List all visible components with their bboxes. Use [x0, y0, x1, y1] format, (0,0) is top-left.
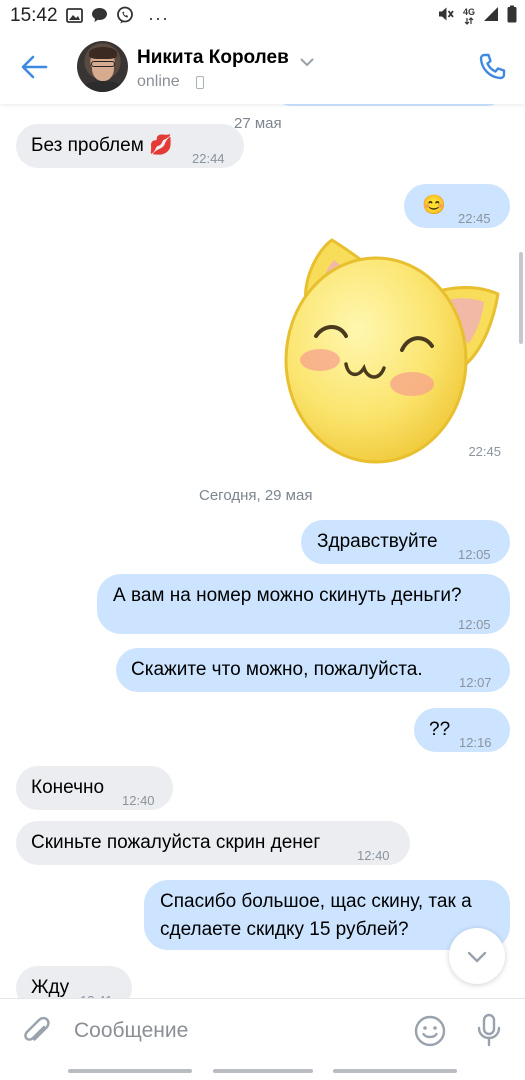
composer: [0, 998, 525, 1062]
date-separator: Сегодня, 29 мая: [199, 487, 313, 504]
more-notifications: ···: [148, 7, 169, 28]
message-time: 12:05: [458, 617, 491, 632]
system-icons: 4G: [437, 5, 517, 28]
viber-icon: [116, 6, 134, 29]
system-nav-bar: [0, 1062, 525, 1080]
call-button[interactable]: [476, 51, 508, 83]
message-input[interactable]: [74, 1013, 364, 1049]
nav-back-handle[interactable]: [333, 1069, 457, 1073]
status-bar: 15:42 ··· 4G: [0, 0, 525, 30]
avatar-shirt: [80, 81, 126, 92]
nav-home-handle[interactable]: [213, 1069, 313, 1073]
previous-message-bubble: [276, 104, 502, 106]
signal-icon: [483, 6, 499, 27]
message-time: 12:40: [357, 848, 390, 863]
message-text: Жду: [31, 977, 70, 998]
paperclip-icon: [24, 1016, 50, 1041]
scroll-down-button[interactable]: [449, 928, 505, 984]
mute-icon: [437, 5, 455, 28]
message-time: 12:07: [459, 675, 492, 690]
message-text: Здравствуйте: [317, 531, 438, 552]
emoji-button[interactable]: [413, 1014, 447, 1048]
message-time: 22:45: [458, 211, 491, 226]
outgoing-message[interactable]: Скажите что можно, пожалуйста. 12:07: [116, 648, 510, 692]
contact-status: online: [137, 73, 180, 90]
message-time: 12:05: [458, 547, 491, 562]
incoming-message[interactable]: Жду 12:41: [16, 966, 132, 1000]
smile-icon: [414, 1015, 446, 1047]
outgoing-message[interactable]: А вам на номер можно скинуть деньги? 12:…: [97, 574, 510, 634]
message-list[interactable]: 27 мая Без проблем 💋 22:44 😊 22:45 22:45…: [0, 104, 525, 1000]
message-time: 22:44: [192, 151, 225, 166]
message-text-line-1: Спасибо большое, щас скину, так а: [160, 891, 472, 912]
message-text: Конечно: [31, 777, 105, 798]
date-separator: 27 мая: [234, 115, 282, 132]
message-time: 12:16: [459, 735, 492, 750]
avatar-hair: [89, 47, 117, 59]
status-time: 15:42: [10, 5, 58, 26]
gallery-icon: [66, 7, 83, 28]
message-text: А вам на номер можно скинуть деньги?: [113, 585, 462, 606]
avatar-glasses: [91, 61, 115, 67]
contact-name[interactable]: Никита Королев: [137, 47, 289, 69]
battery-icon: [507, 5, 517, 28]
scrollbar[interactable]: [519, 252, 523, 344]
incoming-message[interactable]: Без проблем 💋 22:44: [16, 124, 244, 168]
voice-message-button[interactable]: [475, 1013, 503, 1049]
chat-bubble-icon: [91, 7, 108, 28]
incoming-message[interactable]: Конечно 12:40: [16, 766, 173, 810]
outgoing-message[interactable]: 😊 22:45: [404, 184, 510, 228]
nav-recent-handle[interactable]: [68, 1069, 192, 1073]
message-text-line-2: сделаете скидку 15 рублей?: [160, 919, 409, 940]
message-text: 😊: [422, 195, 446, 216]
outgoing-message[interactable]: Здравствуйте 12:05: [301, 520, 510, 564]
attach-button[interactable]: [20, 1013, 54, 1049]
chevron-down-icon[interactable]: [300, 54, 314, 72]
incoming-message[interactable]: Скиньте пожалуйста скрин денег 12:40: [16, 821, 410, 865]
mobile-device-icon: [196, 76, 204, 89]
chat-header: Никита Королев online: [0, 30, 525, 104]
network-type-icon: 4G: [463, 8, 475, 25]
back-button[interactable]: [18, 52, 52, 82]
message-text: Скиньте пожалуйста скрин денег: [31, 832, 321, 853]
notification-icons: ···: [66, 6, 169, 29]
message-text: Скажите что можно, пожалуйста.: [131, 659, 423, 680]
message-time: 12:40: [122, 793, 155, 808]
yellow-cat-sticker[interactable]: [284, 236, 502, 466]
avatar[interactable]: [77, 41, 128, 92]
message-time: 22:45: [468, 444, 501, 459]
chevron-down-icon: [467, 951, 487, 963]
message-text: ??: [429, 719, 451, 740]
phone-icon: [479, 53, 506, 80]
network-type: 4G: [462, 7, 475, 17]
arrow-left-icon: [21, 55, 48, 79]
message-text: Без проблем 💋: [31, 135, 173, 156]
microphone-icon: [477, 1013, 501, 1047]
outgoing-message[interactable]: ?? 12:16: [414, 708, 510, 752]
